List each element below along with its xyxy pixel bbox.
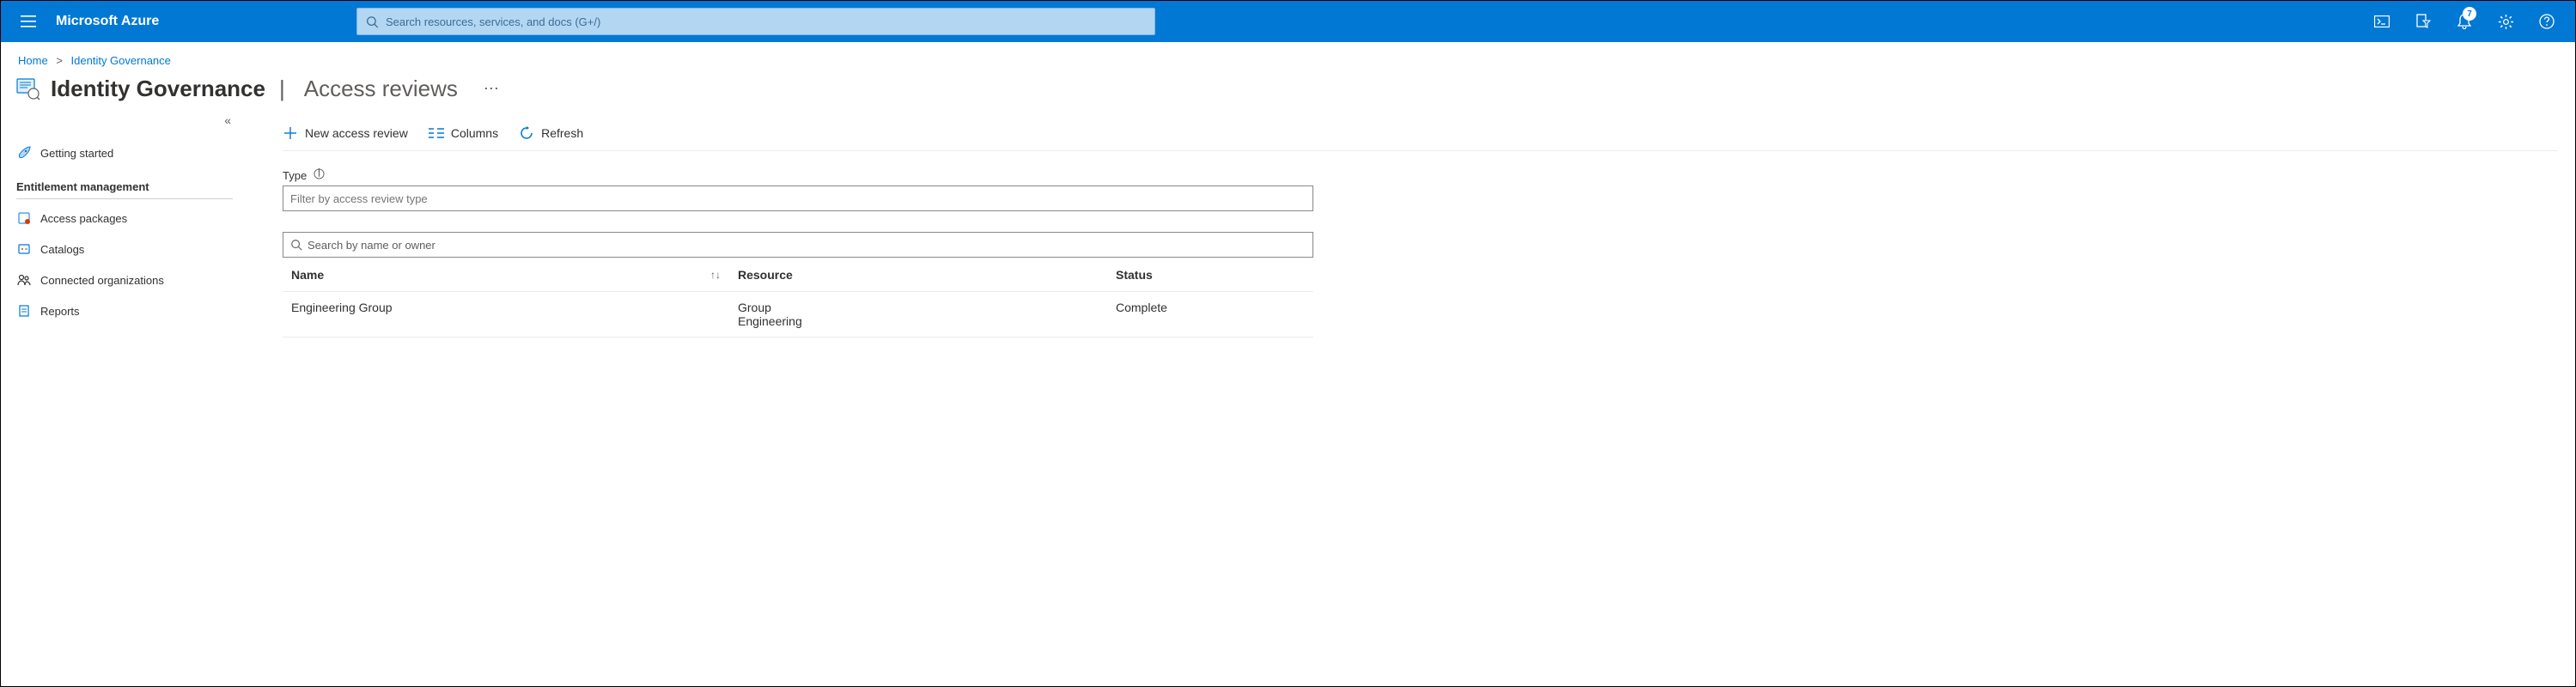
toolbar: New access review Columns Refresh (283, 120, 2558, 151)
cell-status: Complete (1116, 301, 1313, 314)
cell-resource: Group Engineering (738, 301, 1116, 328)
search-by-name-input[interactable] (308, 239, 1306, 252)
main-content: New access review Columns Refresh Type (241, 113, 2575, 685)
columns-button[interactable]: Columns (429, 125, 498, 141)
refresh-icon (519, 125, 534, 141)
cloud-shell-icon (2374, 15, 2390, 27)
brand-logo[interactable]: Microsoft Azure (56, 14, 159, 29)
column-label: Name (291, 268, 324, 282)
breadcrumb: Home > Identity Governance (1, 42, 2575, 70)
breadcrumb-home[interactable]: Home (18, 54, 48, 67)
sidebar-item-access-packages[interactable]: Access packages (13, 203, 241, 234)
cloud-shell-button[interactable] (2364, 1, 2400, 42)
sidebar-item-label: Getting started (40, 147, 113, 160)
help-button[interactable] (2529, 1, 2565, 42)
access-reviews-table: Name ↑↓ Resource Status Engineering Grou… (283, 258, 1313, 337)
rocket-icon (16, 145, 32, 161)
table-header: Name ↑↓ Resource Status (283, 258, 1313, 292)
new-access-review-button[interactable]: New access review (283, 125, 408, 141)
cell-name: Engineering Group (283, 301, 738, 314)
refresh-button[interactable]: Refresh (519, 125, 583, 141)
toolbar-label: Refresh (541, 126, 583, 140)
people-icon (16, 272, 32, 288)
sidebar-item-label: Access packages (40, 212, 127, 225)
resource-type: Group (738, 301, 1116, 314)
page-title: Identity Governance (51, 76, 265, 102)
sidebar-item-label: Reports (40, 305, 80, 318)
table-row[interactable]: Engineering Group Group Engineering Comp… (283, 292, 1313, 337)
sidebar-item-getting-started[interactable]: Getting started (13, 137, 241, 168)
notification-badge: 7 (2463, 7, 2476, 21)
sidebar-collapse-button[interactable]: « (224, 113, 231, 127)
toolbar-label: New access review (305, 126, 408, 140)
help-icon (2539, 14, 2555, 29)
filter-icon (2415, 14, 2431, 29)
page-subtitle: Access reviews (304, 76, 458, 102)
breadcrumb-identity-governance[interactable]: Identity Governance (71, 54, 171, 67)
sidebar-item-label: Connected organizations (40, 274, 164, 287)
column-header-status[interactable]: Status (1116, 268, 1313, 282)
sidebar-item-reports[interactable]: Reports (13, 295, 241, 326)
settings-button[interactable] (2488, 1, 2524, 42)
catalog-icon (16, 241, 32, 257)
global-search-input[interactable] (386, 15, 1146, 28)
hamburger-icon (21, 15, 36, 27)
directory-filter-button[interactable] (2405, 1, 2441, 42)
reports-icon (16, 303, 32, 319)
page-title-row: Identity Governance | Access reviews ⋯ (1, 70, 2575, 113)
sidebar-section-entitlement: Entitlement management (16, 180, 233, 199)
sidebar-item-catalogs[interactable]: Catalogs (13, 234, 241, 264)
plus-icon (283, 125, 298, 141)
breadcrumb-separator: > (56, 54, 63, 67)
type-filter-input[interactable] (283, 185, 1313, 211)
column-header-resource[interactable]: Resource (738, 268, 1116, 282)
sidebar-item-connected-orgs[interactable]: Connected organizations (13, 264, 241, 295)
column-header-name[interactable]: Name ↑↓ (283, 268, 738, 282)
info-icon[interactable] (314, 168, 325, 182)
title-divider: | (279, 76, 285, 102)
search-by-name-row[interactable] (283, 232, 1313, 258)
resource-name: Engineering (738, 314, 1116, 328)
package-icon (16, 210, 32, 226)
hamburger-menu[interactable] (8, 15, 49, 27)
notifications-button[interactable]: 7 (2446, 1, 2482, 42)
global-search[interactable] (356, 8, 1155, 35)
sort-icon[interactable]: ↑↓ (710, 269, 721, 281)
title-more-button[interactable]: ⋯ (484, 80, 499, 98)
gear-icon (2498, 14, 2514, 30)
columns-icon (429, 125, 444, 141)
identity-governance-icon (13, 74, 42, 103)
top-navbar: Microsoft Azure (1, 1, 2575, 42)
type-label: Type (283, 169, 307, 182)
search-icon (366, 15, 379, 28)
sidebar-item-label: Catalogs (40, 243, 84, 256)
sidebar: « Getting started Entitlement management… (1, 113, 241, 685)
search-icon (290, 239, 302, 251)
toolbar-label: Columns (451, 126, 498, 140)
